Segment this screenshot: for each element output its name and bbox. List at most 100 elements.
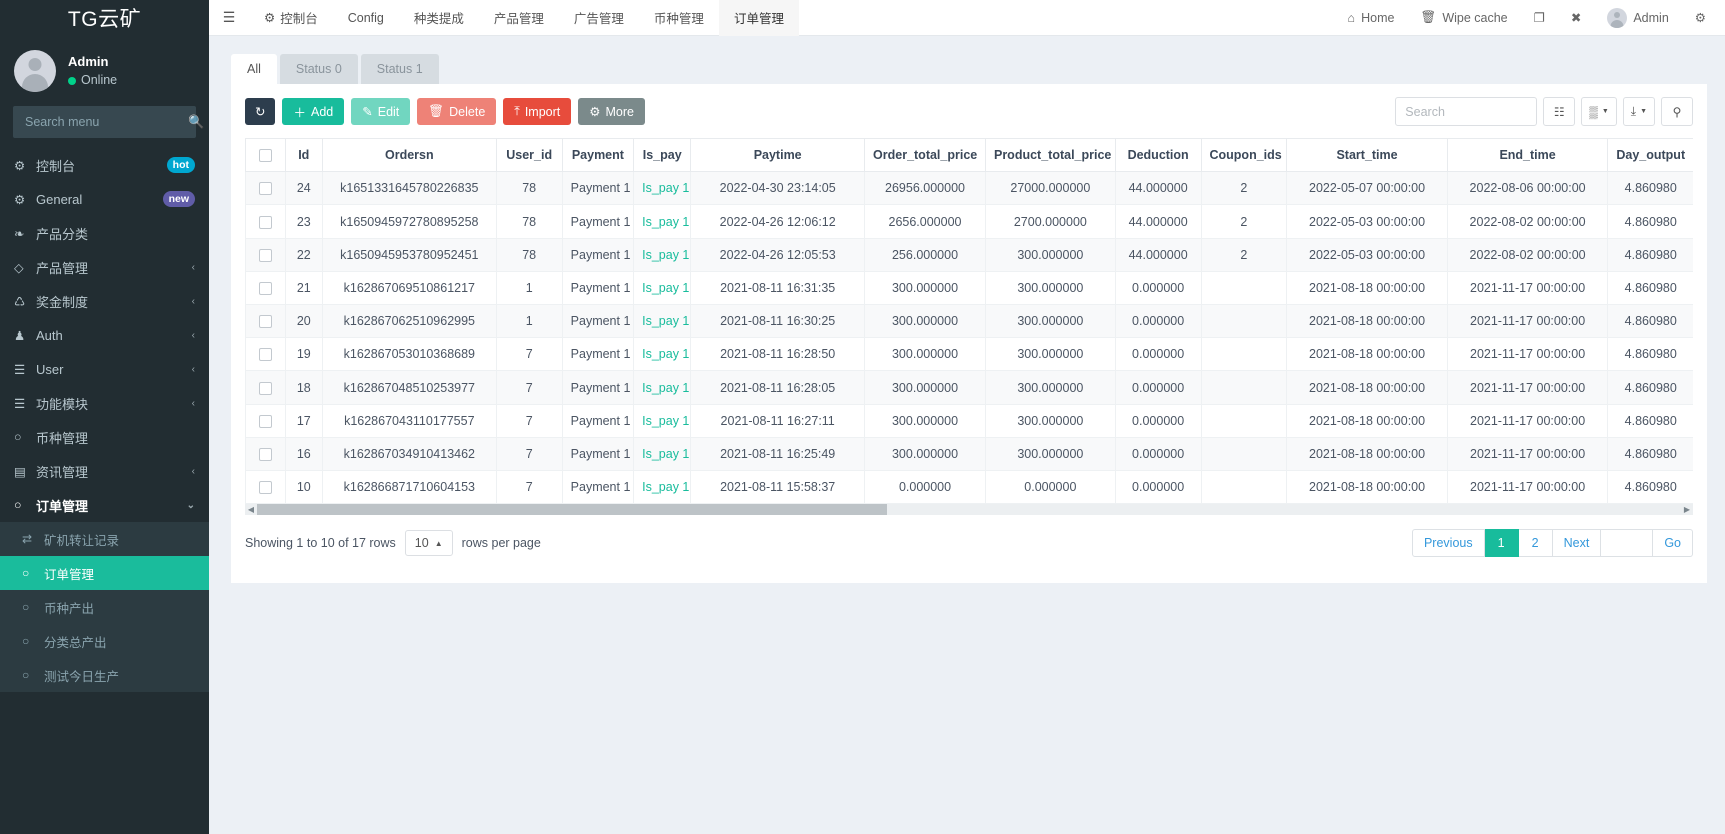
column-header-10[interactable]: Start_time (1287, 139, 1448, 172)
sidebar-item-4[interactable]: ♺奖金制度‹ (0, 284, 209, 318)
tab-2[interactable]: Status 1 (361, 54, 439, 84)
row-select-cell[interactable] (246, 437, 286, 470)
column-header-1[interactable]: Ordersn (322, 139, 496, 172)
column-header-5[interactable]: Paytime (691, 139, 865, 172)
navbar-item-3[interactable]: 产品管理 (479, 0, 559, 36)
navbar-item-4[interactable]: 广告管理 (559, 0, 639, 36)
table-row[interactable]: 16k1628670349104134627Payment 1Is_pay 12… (246, 437, 1694, 470)
sidebar-subitem-2[interactable]: ○币种产出 (0, 590, 209, 624)
pagination-next[interactable]: Next (1553, 529, 1602, 557)
brand-title[interactable]: TG云矿 (0, 0, 209, 36)
sidebar-item-0[interactable]: ⚙控制台hot (0, 148, 209, 182)
table-row[interactable]: 23k165094597278089525878Payment 1Is_pay … (246, 205, 1694, 238)
rows-per-page-select[interactable]: 10 ▲ (405, 530, 453, 556)
navbar-item-0[interactable]: ⚙控制台 (249, 0, 333, 36)
pagination-previous[interactable]: Previous (1412, 529, 1485, 557)
row-select-cell[interactable] (246, 205, 286, 238)
navbar-action-1[interactable]: 🗑Wipe cache (1407, 0, 1520, 36)
sidebar-subitem-4[interactable]: ○测试今日生产 (0, 658, 209, 692)
table-row[interactable]: 10k1628668717106041537Payment 1Is_pay 12… (246, 471, 1694, 504)
column-header-0[interactable]: Id (285, 139, 322, 172)
row-checkbox[interactable] (259, 282, 272, 295)
select-all-header[interactable] (246, 139, 286, 172)
hamburger-icon[interactable]: ☰ (209, 9, 249, 26)
pagination-page-1[interactable]: 1 (1485, 529, 1519, 557)
column-header-2[interactable]: User_id (496, 139, 562, 172)
row-checkbox[interactable] (259, 182, 272, 195)
search-input[interactable] (1395, 97, 1537, 126)
navbar-item-6[interactable]: 订单管理 (719, 0, 799, 36)
row-select-cell[interactable] (246, 338, 286, 371)
tab-1[interactable]: Status 0 (280, 54, 358, 84)
sidebar-item-5[interactable]: ♟Auth‹ (0, 318, 209, 352)
row-checkbox[interactable] (259, 216, 272, 229)
select-all-checkbox[interactable] (259, 149, 272, 162)
row-select-cell[interactable] (246, 471, 286, 504)
sidebar-item-7[interactable]: ☰功能模块‹ (0, 386, 209, 420)
import-button[interactable]: ⤒Import (503, 98, 571, 125)
goto-page-input[interactable] (1601, 529, 1653, 557)
horizontal-scrollbar[interactable]: ◀ ▶ (245, 504, 1693, 515)
navbar-item-1[interactable]: Config (333, 0, 399, 36)
column-header-3[interactable]: Payment (562, 139, 633, 172)
row-select-cell[interactable] (246, 238, 286, 271)
sidebar-item-6[interactable]: ☰User‹ (0, 352, 209, 386)
sidebar-item-1[interactable]: ⚙Generalnew (0, 182, 209, 216)
more-button[interactable]: ⚙More (578, 98, 645, 125)
column-header-8[interactable]: Deduction (1115, 139, 1201, 172)
navbar-action-0[interactable]: ⌂Home (1335, 0, 1408, 36)
table-row[interactable]: 17k1628670431101775577Payment 1Is_pay 12… (246, 404, 1694, 437)
delete-button[interactable]: 🗑Delete (417, 98, 496, 125)
navbar-action-2[interactable]: ❐ (1521, 0, 1558, 36)
column-header-6[interactable]: Order_total_price (865, 139, 986, 172)
columns-toggle-button[interactable]: ☷ (1543, 97, 1575, 126)
row-checkbox[interactable] (259, 415, 272, 428)
row-checkbox[interactable] (259, 448, 272, 461)
export-button[interactable]: ⤓▼ (1623, 97, 1655, 126)
table-row[interactable]: 20k1628670625109629951Payment 1Is_pay 12… (246, 305, 1694, 338)
table-row[interactable]: 18k1628670485102539777Payment 1Is_pay 12… (246, 371, 1694, 404)
navbar-item-5[interactable]: 币种管理 (639, 0, 719, 36)
pagination-page-2[interactable]: 2 (1519, 529, 1553, 557)
menu-search-input[interactable] (23, 114, 188, 130)
sidebar-item-8[interactable]: ○币种管理 (0, 420, 209, 454)
refresh-button[interactable]: ↻ (245, 98, 275, 125)
table-row[interactable]: 24k165133164578022683578Payment 1Is_pay … (246, 172, 1694, 205)
tab-0[interactable]: All (231, 54, 277, 84)
table-row[interactable]: 22k165094595378095245178Payment 1Is_pay … (246, 238, 1694, 271)
search-icon[interactable]: 🔍 (188, 114, 204, 130)
navbar-action-5[interactable]: ⚙ (1682, 0, 1719, 36)
row-checkbox[interactable] (259, 481, 272, 494)
row-select-cell[interactable] (246, 172, 286, 205)
search-button[interactable]: ⚲ (1661, 97, 1693, 126)
row-checkbox[interactable] (259, 315, 272, 328)
sidebar-subitem-1[interactable]: ○订单管理 (0, 556, 209, 590)
goto-page-button[interactable]: Go (1653, 529, 1693, 557)
row-checkbox[interactable] (259, 249, 272, 262)
sidebar-subitem-0[interactable]: ⇄矿机转让记录 (0, 522, 209, 556)
navbar-action-4[interactable]: Admin (1594, 0, 1681, 36)
column-header-11[interactable]: End_time (1447, 139, 1608, 172)
row-select-cell[interactable] (246, 371, 286, 404)
row-checkbox[interactable] (259, 382, 272, 395)
table-row[interactable]: 19k1628670530103686897Payment 1Is_pay 12… (246, 338, 1694, 371)
sidebar-item-9[interactable]: ▤资讯管理‹ (0, 454, 209, 488)
row-select-cell[interactable] (246, 271, 286, 304)
row-checkbox[interactable] (259, 348, 272, 361)
column-header-7[interactable]: Product_total_price (985, 139, 1115, 172)
grid-view-button[interactable]: ▒▼ (1581, 97, 1616, 126)
sidebar-subitem-3[interactable]: ○分类总产出 (0, 624, 209, 658)
sidebar-item-2[interactable]: ❧产品分类 (0, 216, 209, 250)
scroll-left-icon[interactable]: ◀ (245, 505, 257, 514)
scroll-right-icon[interactable]: ▶ (1681, 505, 1693, 514)
column-header-4[interactable]: Is_pay (634, 139, 691, 172)
table-row[interactable]: 21k1628670695108612171Payment 1Is_pay 12… (246, 271, 1694, 304)
sidebar-item-3[interactable]: ◇产品管理‹ (0, 250, 209, 284)
navbar-item-2[interactable]: 种类提成 (399, 0, 479, 36)
row-select-cell[interactable] (246, 404, 286, 437)
edit-button[interactable]: ✎Edit (351, 98, 410, 125)
scrollbar-thumb[interactable] (257, 504, 887, 515)
sidebar-item-orders[interactable]: ○订单管理⌄ (0, 488, 209, 522)
column-header-12[interactable]: Day_output (1608, 139, 1693, 172)
column-header-9[interactable]: Coupon_ids (1201, 139, 1287, 172)
